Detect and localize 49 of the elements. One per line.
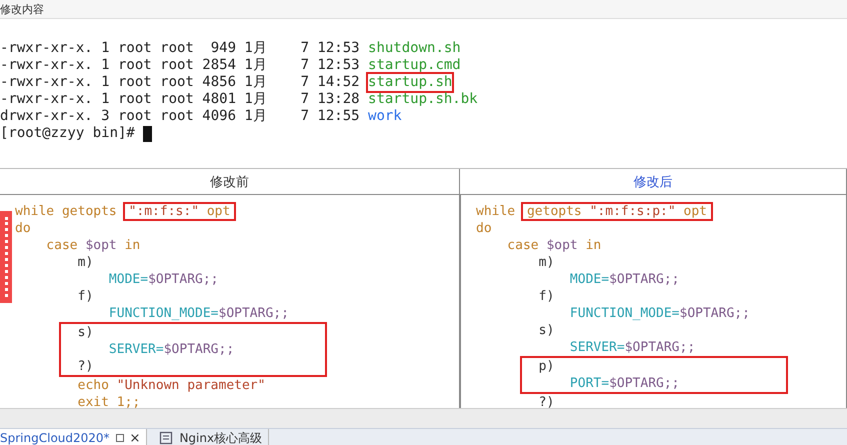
code-line: do bbox=[15, 220, 32, 237]
code-line: do bbox=[476, 220, 493, 237]
code-line: exit 1;; bbox=[76, 394, 142, 408]
highlighted-code: getopts ":m:f:s:p:" opt bbox=[522, 204, 711, 219]
code-line: FUNCTION_MODE=$OPTARG;; bbox=[568, 305, 751, 322]
document-tab[interactable]: Nginx核心高级 bbox=[147, 429, 270, 445]
file-info: drwxr-xr-x. 3 root root 4096 1月 7 12:55 bbox=[0, 108, 361, 125]
document-tab[interactable]: SpringCloud2020* × bbox=[0, 429, 148, 445]
header-title: 修改内容 bbox=[0, 2, 44, 16]
code-line: MODE=$OPTARG;; bbox=[108, 271, 220, 288]
code-line: s) bbox=[538, 322, 556, 339]
code-line: m) bbox=[538, 254, 556, 271]
close-button[interactable]: × bbox=[130, 430, 140, 445]
column-header: 修改后 bbox=[460, 169, 847, 195]
code-text: while getopts bbox=[15, 204, 118, 219]
code-line: f) bbox=[538, 288, 556, 305]
file-name: work bbox=[368, 108, 402, 125]
prompt: [root@zzyy bin]# bbox=[0, 125, 136, 142]
tab-label: Nginx核心高级 bbox=[179, 430, 262, 445]
code-line: ?) bbox=[538, 394, 556, 408]
code-line: SERVER=$OPTARG;; bbox=[568, 339, 696, 356]
file-name: startup.cmd bbox=[368, 57, 461, 74]
code-line: m) bbox=[76, 254, 94, 271]
code-text: while bbox=[476, 204, 516, 219]
code-line: s) bbox=[76, 324, 94, 341]
code-line: FUNCTION_MODE=$OPTARG;; bbox=[108, 305, 290, 322]
code-line: f) bbox=[76, 288, 94, 305]
restore-icon[interactable] bbox=[116, 434, 124, 442]
tab-label: SpringCloud2020* bbox=[0, 431, 110, 445]
code-line: PORT=$OPTARG;; bbox=[568, 375, 681, 392]
column-header: 修改前 bbox=[0, 169, 460, 195]
text-cursor bbox=[143, 126, 152, 142]
side-handle[interactable] bbox=[0, 211, 12, 303]
file-name: startup.sh bbox=[368, 74, 452, 91]
code-line: ?) bbox=[76, 358, 94, 375]
file-info: -rwxr-xr-x. 1 root root 4801 1月 7 13:28 bbox=[0, 91, 361, 108]
code-line: case $opt in bbox=[45, 237, 142, 254]
file-info: -rwxr-xr-x. 1 root root 949 1月 7 12:53 bbox=[0, 40, 361, 57]
code-line: echo "Unknown parameter" bbox=[76, 377, 266, 394]
file-name: shutdown.sh bbox=[368, 40, 461, 57]
code-line: case $opt in bbox=[506, 237, 602, 254]
file-name: startup.sh.bk bbox=[368, 91, 478, 108]
file-info: -rwxr-xr-x. 1 root root 2854 1月 7 12:53 bbox=[0, 57, 361, 74]
file-info: -rwxr-xr-x. 1 root root 4856 1月 7 14:52 bbox=[0, 74, 361, 91]
code-line: SERVER=$OPTARG;; bbox=[108, 341, 236, 358]
highlighted-code: ":m:f:s:" opt bbox=[124, 204, 234, 219]
document-icon bbox=[159, 431, 174, 445]
code-line: MODE=$OPTARG;; bbox=[568, 271, 681, 288]
code-line: p) bbox=[538, 358, 556, 375]
